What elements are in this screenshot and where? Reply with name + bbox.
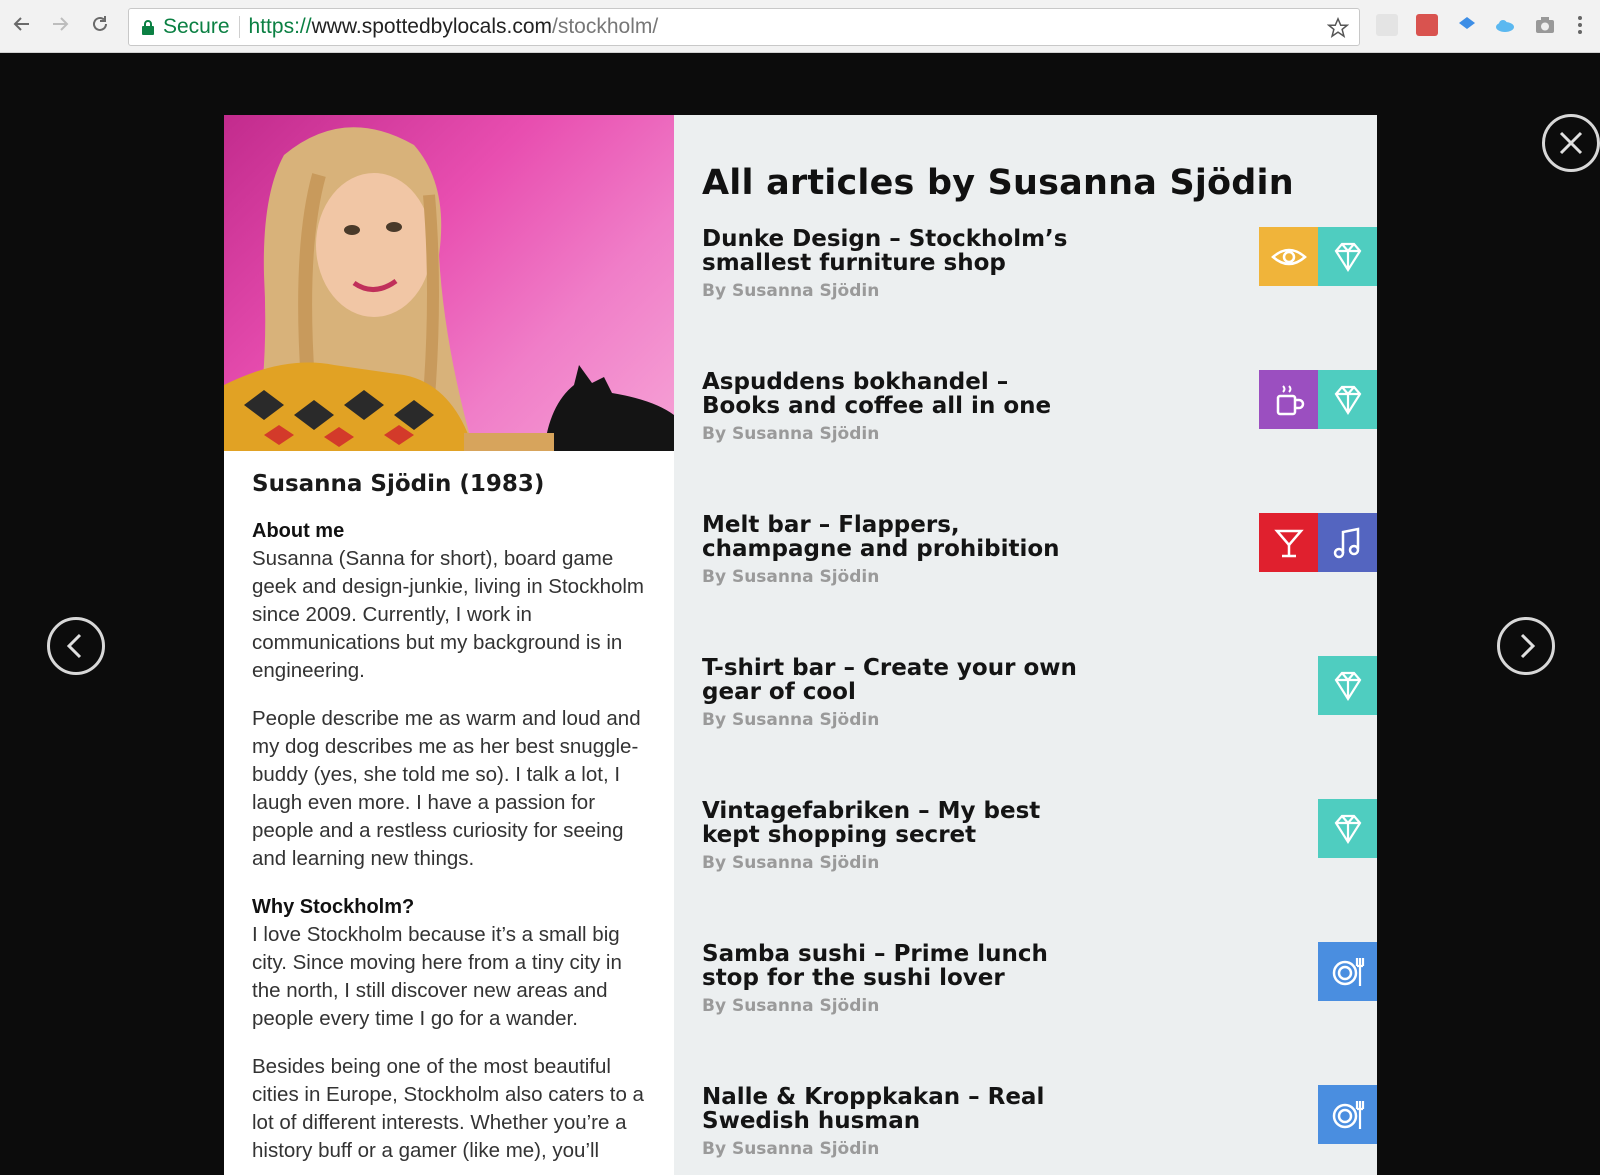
omnibox-divider [238,16,240,38]
article-byline: By Susanna Sjödin [702,710,880,730]
diamond-icon[interactable] [1318,656,1377,715]
article-title[interactable]: Samba sushi – Prime lunch stop for the s… [702,942,1092,990]
article-item[interactable]: Samba sushi – Prime lunch stop for the s… [702,942,1377,1052]
music-icon[interactable] [1318,513,1377,572]
diamond-icon[interactable] [1318,799,1377,858]
chevron-right-icon [1520,633,1536,659]
coffee-icon[interactable] [1259,370,1318,429]
article-categories [1318,1085,1377,1144]
about-text: Susanna (Sanna for short), board game ge… [252,547,645,682]
article-byline: By Susanna Sjödin [702,996,880,1016]
url-host: www.spottedbylocals.com [311,15,553,38]
author-modal: Susanna Sjödin (1983) About me Susanna (… [224,115,1377,1175]
article-categories [1259,227,1377,286]
why-text-2: Besides being one of the most beautiful … [252,1055,644,1162]
articles-panel: All articles by Susanna Sjödin Dunke Des… [674,115,1377,1175]
url-path: /stockholm/ [552,15,659,38]
chevron-left-icon [66,633,82,659]
cocktail-icon[interactable] [1259,513,1318,572]
address-bar[interactable]: Secure https://www.spottedbylocals.com/s… [128,8,1360,46]
food-icon[interactable] [1318,942,1377,1001]
eye-icon[interactable] [1259,227,1318,286]
article-categories [1259,370,1377,429]
article-item[interactable]: Dunke Design – Stockholm’s smallest furn… [702,227,1377,337]
cloud-extension-icon[interactable] [1494,14,1516,36]
article-title[interactable]: Dunke Design – Stockholm’s smallest furn… [702,227,1092,275]
diamond-icon[interactable] [1318,370,1377,429]
red-extension-icon[interactable] [1416,14,1438,36]
article-categories [1318,656,1377,715]
bookmark-star-icon[interactable] [1327,17,1349,39]
article-title[interactable]: Vintagefabriken – My best kept shopping … [702,799,1092,847]
mail-extension-icon[interactable] [1376,14,1398,36]
url-text: https://www.spottedbylocals.com/stockhol… [249,15,659,39]
article-title[interactable]: T-shirt bar – Create your own gear of co… [702,656,1092,704]
article-item[interactable]: Nalle & Kroppkakan – Real Swedish husman… [702,1085,1377,1175]
why-text: I love Stockholm because it’s a small bi… [252,923,622,1030]
author-name: Susanna Sjödin (1983) [252,471,545,497]
next-button[interactable] [1497,617,1555,675]
blue-extension-icon[interactable] [1456,14,1478,36]
url-scheme: https:// [248,15,312,38]
about-text-2: People describe me as warm and loud and … [252,707,641,870]
article-categories [1318,942,1377,1001]
author-photo [224,115,674,451]
browser-toolbar: Secure https://www.spottedbylocals.com/s… [0,0,1600,53]
menu-icon[interactable] [1576,14,1584,36]
article-item[interactable]: T-shirt bar – Create your own gear of co… [702,656,1377,766]
article-title[interactable]: Nalle & Kroppkakan – Real Swedish husman [702,1085,1092,1133]
article-byline: By Susanna Sjödin [702,853,880,873]
article-item[interactable]: Aspuddens bokhandel – Books and coffee a… [702,370,1377,480]
diamond-icon[interactable] [1318,227,1377,286]
close-icon [1559,131,1583,155]
author-profile-panel: Susanna Sjödin (1983) About me Susanna (… [224,115,674,1175]
camera-extension-icon[interactable] [1534,14,1556,36]
article-title[interactable]: Aspuddens bokhandel – Books and coffee a… [702,370,1092,418]
secure-label: Secure [163,15,230,38]
about-heading: About me [252,520,345,542]
back-arrow-icon [13,17,29,31]
lock-icon [142,20,154,35]
reload-button[interactable] [88,12,112,36]
article-categories [1259,513,1377,572]
previous-button[interactable] [47,617,105,675]
article-item[interactable]: Vintagefabriken – My best kept shopping … [702,799,1377,909]
article-item[interactable]: Melt bar – Flappers, champagne and prohi… [702,513,1377,623]
article-categories [1318,799,1377,858]
forward-arrow-icon [53,17,69,31]
articles-heading: All articles by Susanna Sjödin [702,163,1294,203]
author-bio: Susanna Sjödin (1983) About me Susanna (… [252,471,652,1175]
close-modal-button[interactable] [1542,114,1600,172]
reload-icon [93,16,107,31]
why-heading: Why Stockholm? [252,896,415,918]
article-byline: By Susanna Sjödin [702,1139,880,1159]
food-icon[interactable] [1318,1085,1377,1144]
back-button[interactable] [10,12,34,36]
article-title[interactable]: Melt bar – Flappers, champagne and prohi… [702,513,1092,561]
forward-button[interactable] [48,12,72,36]
